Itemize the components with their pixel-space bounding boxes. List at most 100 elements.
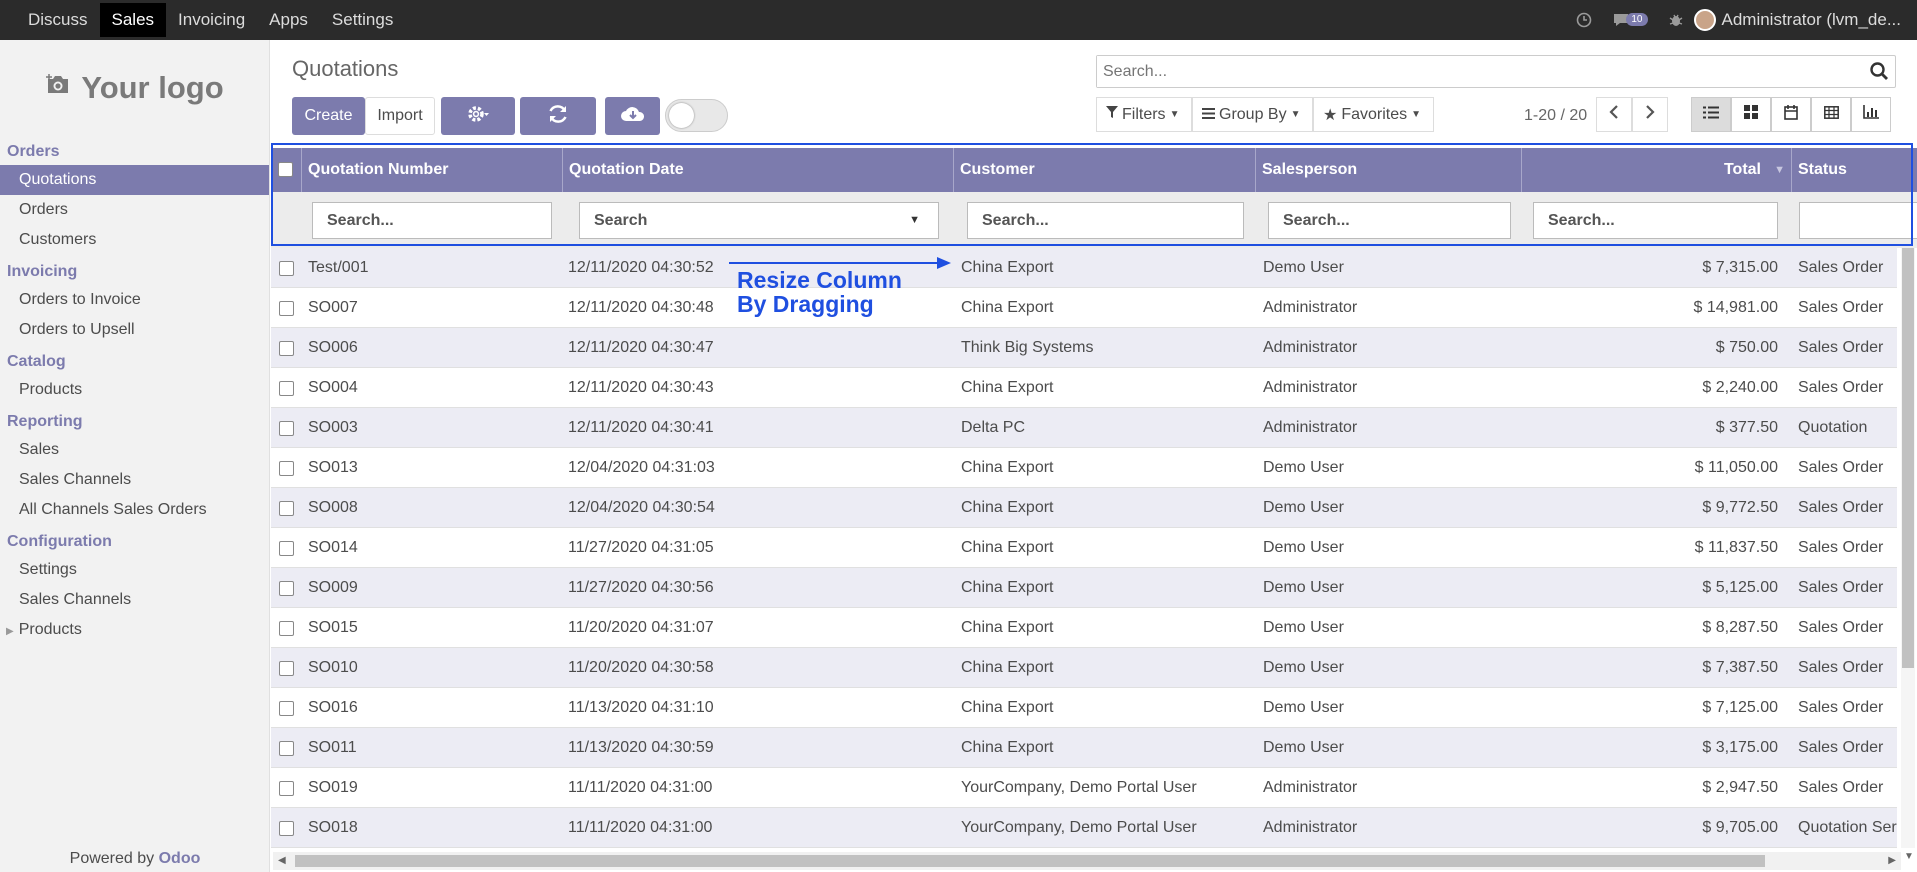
kanban-view-button[interactable] xyxy=(1731,97,1771,132)
cell-customer: China Export xyxy=(961,659,1054,676)
bug-icon[interactable] xyxy=(1668,12,1684,28)
table-row[interactable]: Test/001 12/11/2020 04:30:52 China Export D… xyxy=(271,248,1897,288)
row-checkbox[interactable] xyxy=(279,341,294,356)
row-checkbox[interactable] xyxy=(279,381,294,396)
row-checkbox[interactable] xyxy=(279,821,294,836)
favorites-button[interactable]: ★ Favorites ▼ xyxy=(1313,97,1434,132)
table-row[interactable]: SO009 11/27/2020 04:30:56 China Export Demo… xyxy=(271,568,1897,608)
settings-dropdown-button[interactable] xyxy=(441,97,515,135)
pager-value[interactable]: 1-20 / 20 xyxy=(1524,107,1587,125)
cloud-download-button[interactable] xyxy=(605,97,660,135)
clock-icon[interactable] xyxy=(1576,12,1592,28)
row-checkbox[interactable] xyxy=(279,301,294,316)
menu-discuss[interactable]: Discuss xyxy=(16,3,100,37)
row-checkbox[interactable] xyxy=(279,541,294,556)
create-button[interactable]: Create xyxy=(292,97,365,135)
menu-apps[interactable]: Apps xyxy=(257,3,320,37)
toggle-knob xyxy=(669,103,694,128)
cell-quotation-date: 12/11/2020 04:30:43 xyxy=(568,379,714,396)
sidebar-section-configuration[interactable]: Configuration xyxy=(0,529,269,555)
sidebar-section-invoicing[interactable]: Invoicing xyxy=(0,259,269,285)
company-logo[interactable]: Your logo xyxy=(0,40,269,135)
sidebar-section-orders[interactable]: Orders xyxy=(0,139,269,165)
table-row[interactable]: SO007 12/11/2020 04:30:48 China Export Admi… xyxy=(271,288,1897,328)
horizontal-scrollbar[interactable]: ◀ ▶ xyxy=(273,852,1901,870)
vertical-scrollbar-thumb[interactable] xyxy=(1902,248,1914,668)
pivot-view-button[interactable] xyxy=(1811,97,1851,132)
table-row[interactable]: SO018 11/11/2020 04:31:00 YourCompany, Dem… xyxy=(271,808,1897,848)
table-row[interactable]: SO016 11/13/2020 04:31:10 China Export Demo… xyxy=(271,688,1897,728)
cell-quotation-date: 11/13/2020 04:31:10 xyxy=(568,699,714,716)
table-row[interactable]: SO006 12/11/2020 04:30:47 Think Big System… xyxy=(271,328,1897,368)
row-checkbox[interactable] xyxy=(279,461,294,476)
toggle-switch[interactable] xyxy=(665,99,728,132)
search-icon[interactable] xyxy=(1869,61,1889,81)
sidebar-item-config-products[interactable]: ▶ Products xyxy=(0,615,269,645)
powered-by-text: Powered by xyxy=(69,850,155,867)
table-row[interactable]: SO010 11/20/2020 04:30:58 China Export Demo… xyxy=(271,648,1897,688)
table-row[interactable]: SO015 11/20/2020 04:31:07 China Export Demo… xyxy=(271,608,1897,648)
cell-salesperson: Administrator xyxy=(1263,379,1358,396)
row-checkbox[interactable] xyxy=(279,661,294,676)
sidebar-item-orders[interactable]: Orders xyxy=(0,195,269,225)
filters-button[interactable]: Filters ▼ xyxy=(1096,97,1192,132)
row-checkbox[interactable] xyxy=(279,581,294,596)
list-view-button[interactable] xyxy=(1691,97,1731,132)
menu-invoicing[interactable]: Invoicing xyxy=(166,3,257,37)
cell-status: Sales Order xyxy=(1798,459,1884,476)
graph-view-button[interactable] xyxy=(1851,97,1891,132)
pager-previous-button[interactable] xyxy=(1596,97,1632,132)
sidebar-item-orders-to-invoice[interactable]: Orders to Invoice xyxy=(0,285,269,315)
favorites-label: Favorites xyxy=(1341,105,1408,123)
sidebar-item-settings[interactable]: Settings xyxy=(0,555,269,585)
table-row[interactable]: SO013 12/04/2020 04:31:03 China Export Demo… xyxy=(271,448,1897,488)
table-row[interactable]: SO014 11/27/2020 04:31:05 China Export Demo… xyxy=(271,528,1897,568)
row-checkbox[interactable] xyxy=(279,741,294,756)
search-input[interactable] xyxy=(1097,56,1857,87)
table-row[interactable]: SO004 12/11/2020 04:30:43 China Export Admi… xyxy=(271,368,1897,408)
user-avatar[interactable] xyxy=(1693,9,1716,31)
sidebar-item-sales[interactable]: Sales xyxy=(0,435,269,465)
row-checkbox[interactable] xyxy=(279,421,294,436)
menu-sales[interactable]: Sales xyxy=(99,3,167,37)
group-by-button[interactable]: Group By ▼ xyxy=(1192,97,1313,132)
row-checkbox[interactable] xyxy=(279,501,294,516)
pager-next-button[interactable] xyxy=(1632,97,1668,132)
calendar-view-button[interactable] xyxy=(1771,97,1811,132)
row-checkbox[interactable] xyxy=(279,261,294,276)
cell-quotation-date: 11/11/2020 04:31:00 xyxy=(568,779,713,796)
sidebar-item-quotations[interactable]: Quotations xyxy=(0,165,269,195)
sidebar-item-config-sales-channels[interactable]: Sales Channels xyxy=(0,585,269,615)
row-checkbox[interactable] xyxy=(279,781,294,796)
scroll-left-icon[interactable]: ◀ xyxy=(278,855,286,866)
import-button[interactable]: Import xyxy=(365,97,435,135)
odoo-link[interactable]: Odoo xyxy=(159,850,201,867)
row-checkbox[interactable] xyxy=(279,621,294,636)
caret-down-icon: ▼ xyxy=(1411,109,1422,120)
sidebar-section-reporting[interactable]: Reporting xyxy=(0,409,269,435)
sidebar-item-sales-channels[interactable]: Sales Channels xyxy=(0,465,269,495)
horizontal-scrollbar-thumb[interactable] xyxy=(295,855,1765,867)
scroll-right-icon[interactable]: ▶ xyxy=(1888,855,1896,866)
menu-settings[interactable]: Settings xyxy=(320,3,405,37)
list-view-icon xyxy=(1703,106,1719,124)
cell-customer: YourCompany, Demo Portal User xyxy=(961,819,1197,836)
sidebar-item-customers[interactable]: Customers xyxy=(0,225,269,255)
sidebar-item-all-channels-sales-orders[interactable]: All Channels Sales Orders xyxy=(0,495,269,525)
messages-icon[interactable]: 10 xyxy=(1612,12,1648,28)
table-row[interactable]: SO019 11/11/2020 04:31:00 YourCompany, Dem… xyxy=(271,768,1897,808)
sidebar-section-catalog[interactable]: Catalog xyxy=(0,349,269,375)
sidebar-item-orders-to-upsell[interactable]: Orders to Upsell xyxy=(0,315,269,345)
search-bar[interactable] xyxy=(1096,55,1896,88)
row-checkbox[interactable] xyxy=(279,701,294,716)
table-row[interactable]: SO011 11/13/2020 04:30:59 China Export Demo… xyxy=(271,728,1897,768)
cell-salesperson: Administrator xyxy=(1263,819,1358,836)
vertical-scrollbar[interactable]: ▼ xyxy=(1901,248,1915,862)
table-row[interactable]: SO008 12/04/2020 04:30:54 China Export Demo… xyxy=(271,488,1897,528)
cell-quotation-date: 12/04/2020 04:30:54 xyxy=(568,499,715,516)
refresh-button[interactable] xyxy=(520,97,596,135)
user-menu[interactable]: Administrator (lvm_de... xyxy=(1722,10,1917,30)
sidebar-item-products[interactable]: Products xyxy=(0,375,269,405)
scroll-down-icon[interactable]: ▼ xyxy=(1904,851,1914,862)
table-row[interactable]: SO003 12/11/2020 04:30:41 Delta PC Administ… xyxy=(271,408,1897,448)
